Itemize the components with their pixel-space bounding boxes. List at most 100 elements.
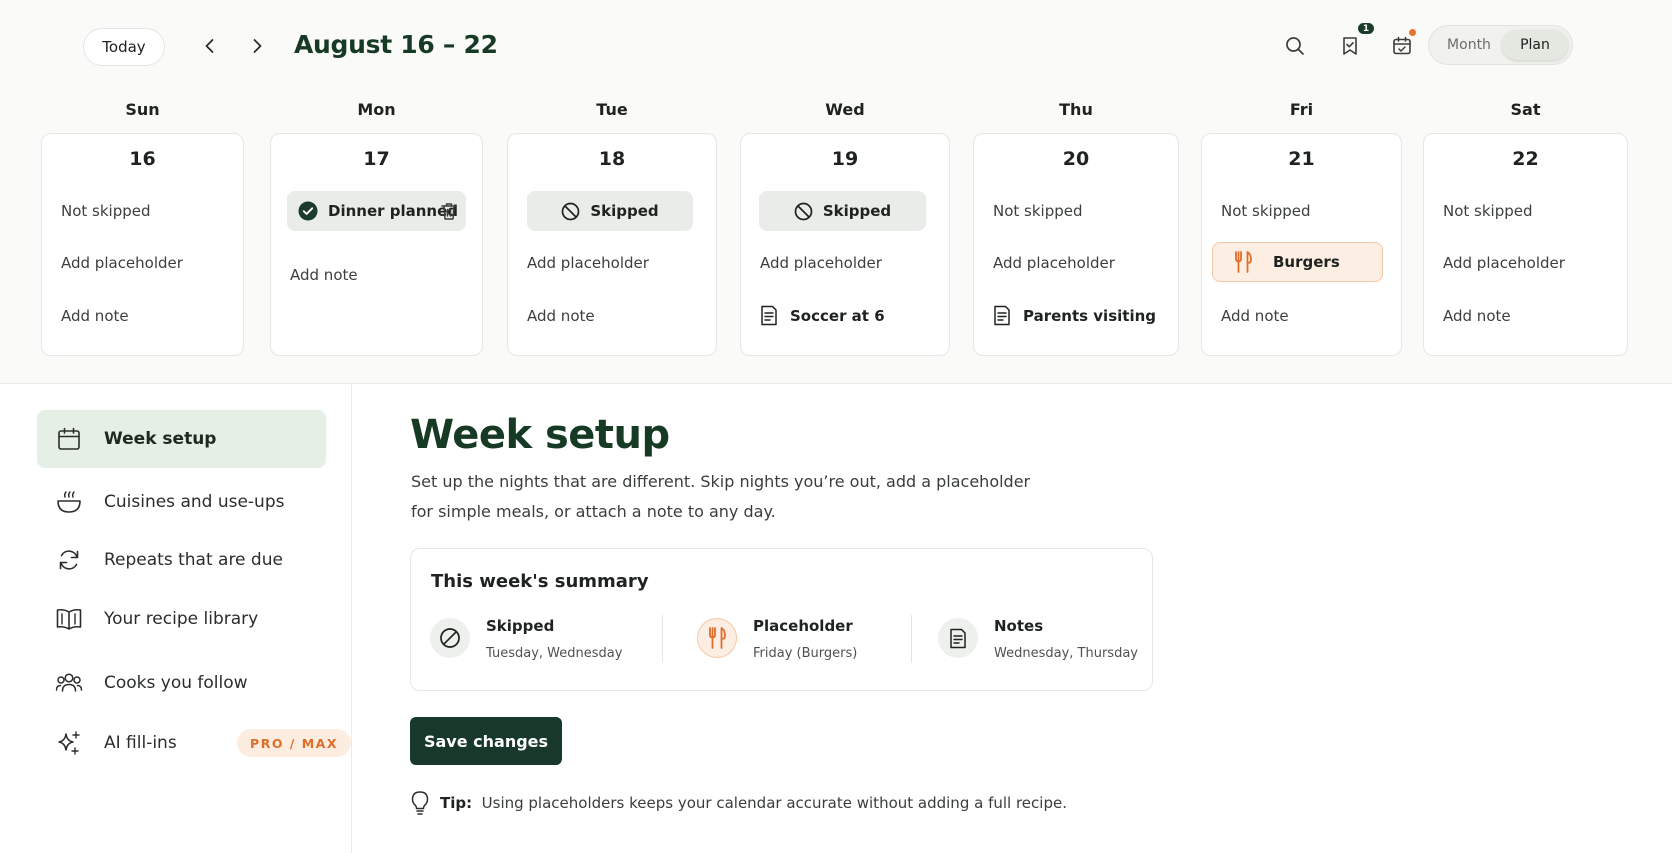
- bowl-icon: [54, 487, 84, 517]
- summary-placeholder-label: Placeholder: [753, 617, 853, 635]
- day-card-tue: 18 Skipped Add placeholder Add note: [507, 133, 717, 356]
- sidebar-item-label: Cuisines and use-ups: [104, 492, 285, 512]
- skip-toggle[interactable]: Not skipped: [61, 202, 151, 220]
- summary-placeholder-detail: Friday (Burgers): [753, 646, 858, 661]
- month-view-tab[interactable]: Month: [1439, 26, 1499, 64]
- day-note[interactable]: Parents visiting: [993, 305, 1156, 326]
- skip-toggle[interactable]: Not skipped: [1221, 202, 1311, 220]
- status-label: Skipped: [590, 202, 659, 220]
- day-card-wed: 19 Skipped Add placeholder Soccer at 6: [740, 133, 950, 356]
- refresh-icon: [54, 545, 84, 575]
- add-note-link[interactable]: Add note: [290, 266, 358, 284]
- page-description: Set up the nights that are different. Sk…: [411, 472, 1031, 521]
- plan-view-tab[interactable]: Plan: [1502, 30, 1568, 60]
- notification-dot: [1409, 29, 1416, 36]
- skip-toggle[interactable]: Not skipped: [1443, 202, 1533, 220]
- sidebar-item-repeats[interactable]: Repeats that are due: [37, 531, 326, 589]
- placeholder-label: Burgers: [1273, 253, 1340, 271]
- sidebar-item-label: Your recipe library: [104, 609, 259, 629]
- summary-skipped: Skipped Tuesday, Wednesday: [430, 615, 630, 667]
- add-note-link[interactable]: Add note: [1221, 307, 1289, 325]
- day-header-fri: Fri: [1289, 100, 1314, 119]
- chevron-right-icon: [253, 39, 262, 53]
- day-date: 21: [1288, 148, 1315, 170]
- day-header-sun: Sun: [125, 100, 160, 119]
- sidebar-item-ai-fill-ins[interactable]: AI fill-ins PRO / MAX: [37, 714, 351, 772]
- summary-notes-label: Notes: [994, 617, 1044, 635]
- add-placeholder-link[interactable]: Add placeholder: [61, 254, 183, 272]
- chevron-left-icon: [205, 39, 214, 53]
- next-week-button[interactable]: [243, 32, 271, 60]
- settings-sidebar: Week setup Cuisines and use-ups Repeats …: [0, 384, 352, 853]
- day-date: 16: [129, 148, 156, 170]
- note-text: Soccer at 6: [790, 306, 885, 325]
- search-icon: [1286, 37, 1304, 55]
- week-range-title: August 16 – 22: [294, 30, 498, 59]
- summary-divider: [662, 615, 663, 663]
- day-header-mon: Mon: [357, 100, 396, 119]
- add-placeholder-link[interactable]: Add placeholder: [1443, 254, 1565, 272]
- add-note-link[interactable]: Add note: [1443, 307, 1511, 325]
- lightbulb-icon: [411, 791, 429, 815]
- add-note-link[interactable]: Add note: [61, 307, 129, 325]
- note-icon: [938, 618, 978, 658]
- check-circle-icon: [298, 201, 318, 221]
- note-icon: [761, 305, 777, 326]
- summary-divider: [911, 615, 912, 663]
- summary-placeholder: Placeholder Friday (Burgers): [697, 615, 897, 667]
- calendar-icon: [54, 424, 84, 454]
- day-note[interactable]: Soccer at 6: [760, 305, 885, 326]
- day-card-mon: 17 Dinner planned Add note: [270, 133, 483, 356]
- add-placeholder-link[interactable]: Add placeholder: [993, 254, 1115, 272]
- summary-notes-detail: Wednesday, Thursday: [994, 646, 1138, 661]
- day-header-wed: Wed: [825, 100, 865, 119]
- skipped-status[interactable]: Skipped: [759, 191, 926, 231]
- day-date: 20: [1062, 148, 1090, 170]
- dinner-planned-status[interactable]: Dinner planned: [287, 191, 466, 231]
- add-placeholder-link[interactable]: Add placeholder: [760, 254, 882, 272]
- today-button[interactable]: Today: [83, 28, 165, 66]
- search-button[interactable]: [1279, 30, 1311, 62]
- ban-icon: [561, 202, 580, 220]
- save-changes-button[interactable]: Save changes: [410, 717, 562, 765]
- trash-icon: [441, 203, 457, 220]
- day-date: 18: [598, 148, 626, 170]
- status-label: Dinner planned: [328, 202, 459, 220]
- summary-skipped-detail: Tuesday, Wednesday: [486, 646, 623, 661]
- delete-button[interactable]: [440, 201, 458, 225]
- add-placeholder-link[interactable]: Add placeholder: [527, 254, 649, 272]
- add-note-link[interactable]: Add note: [527, 307, 595, 325]
- day-card-sat: 22 Not skipped Add placeholder Add note: [1423, 133, 1628, 356]
- top-toolbar: Today August 16 – 22 1 Month Plan: [0, 0, 1672, 95]
- people-icon: [54, 668, 84, 698]
- summary-notes: Notes Wednesday, Thursday: [938, 615, 1138, 667]
- sidebar-item-week-setup[interactable]: Week setup: [37, 410, 326, 468]
- week-summary-card: This week's summary Skipped Tuesday, Wed…: [410, 548, 1153, 691]
- fork-knife-icon: [1235, 251, 1252, 273]
- tip-line: Tip: Using placeholders keeps your calen…: [410, 790, 1067, 816]
- summary-title: This week's summary: [431, 571, 649, 592]
- view-toggle: Month Plan: [1428, 25, 1573, 65]
- calendar-sync-icon: [1393, 36, 1411, 55]
- day-header-tue: Tue: [596, 100, 628, 119]
- bookmark-check-icon: [1343, 37, 1357, 55]
- page-title: Week setup: [410, 412, 670, 458]
- previous-week-button[interactable]: [196, 32, 224, 60]
- day-card-fri: 21 Not skipped Burgers Add note: [1201, 133, 1402, 356]
- saved-count-badge: 1: [1356, 21, 1376, 36]
- skipped-status[interactable]: Skipped: [527, 191, 693, 231]
- sidebar-item-cooks-you-follow[interactable]: Cooks you follow: [37, 654, 326, 712]
- sidebar-item-recipe-library[interactable]: Your recipe library: [37, 590, 326, 648]
- ban-icon: [430, 618, 470, 658]
- skip-toggle[interactable]: Not skipped: [993, 202, 1083, 220]
- summary-skipped-label: Skipped: [486, 617, 555, 635]
- sidebar-item-cuisines[interactable]: Cuisines and use-ups: [37, 473, 326, 531]
- note-icon: [994, 305, 1010, 326]
- book-icon: [54, 604, 84, 634]
- placeholder-meal[interactable]: Burgers: [1212, 242, 1383, 282]
- day-card-sun: 16 Not skipped Add placeholder Add note: [41, 133, 244, 356]
- status-label: Skipped: [822, 202, 892, 220]
- tip-text: Using placeholders keeps your calendar a…: [481, 794, 1067, 812]
- day-header-thu: Thu: [1059, 100, 1093, 119]
- note-text: Parents visiting: [1023, 306, 1157, 325]
